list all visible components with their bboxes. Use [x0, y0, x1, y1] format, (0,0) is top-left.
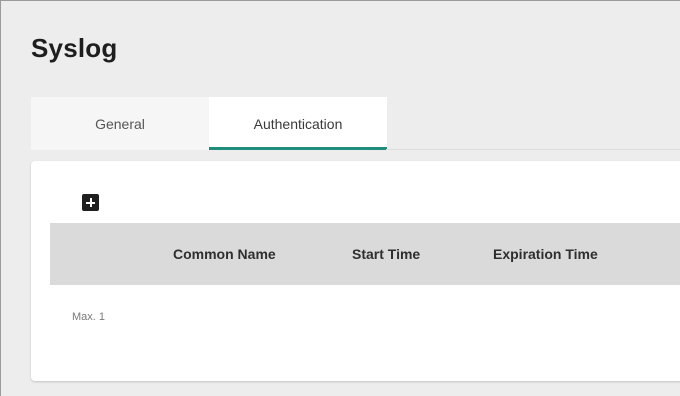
tab-authentication[interactable]: Authentication: [209, 97, 387, 150]
max-entries-note: Max. 1: [72, 311, 106, 323]
column-header-common-name[interactable]: Common Name: [173, 223, 276, 285]
tab-divider: [386, 149, 680, 150]
tab-authentication-label: Authentication: [253, 115, 343, 132]
table-header: Common Name Start Time Expiration Time: [50, 223, 680, 285]
tab-bar: General Authentication: [31, 97, 387, 150]
column-header-start-time[interactable]: Start Time: [352, 223, 420, 285]
authentication-card: Common Name Start Time Expiration Time M…: [31, 161, 680, 381]
syslog-page: Syslog General Authentication Common Nam…: [0, 0, 680, 396]
tab-general[interactable]: General: [31, 97, 209, 150]
column-header-expiration-time[interactable]: Expiration Time: [493, 223, 598, 285]
tab-general-label: General: [95, 115, 145, 132]
add-certificate-button[interactable]: [82, 194, 99, 211]
page-title: Syslog: [31, 33, 118, 63]
